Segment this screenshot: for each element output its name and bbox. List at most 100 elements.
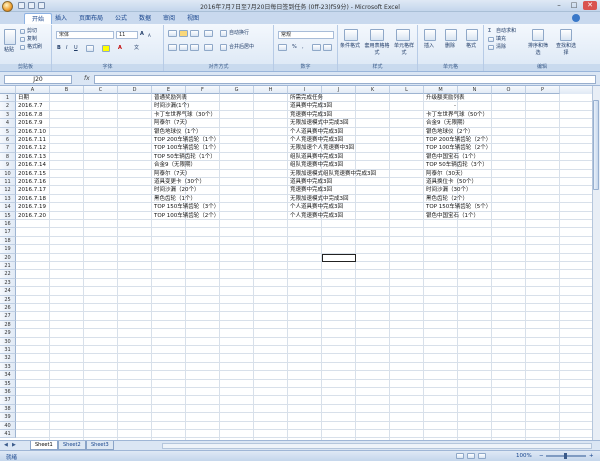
cell-styles-button[interactable]: 单元格样式: [392, 43, 416, 57]
table-cell[interactable]: 阿泰尔（7天）: [154, 119, 191, 127]
row-header-31[interactable]: 31: [0, 346, 16, 355]
wrap-text-icon[interactable]: [220, 30, 227, 37]
row-header-2[interactable]: 2: [0, 102, 16, 111]
table-cell[interactable]: 2016.7.10: [18, 128, 46, 136]
tab-data[interactable]: 数据: [132, 13, 158, 24]
minimize-button[interactable]: –: [552, 1, 566, 10]
table-cell[interactable]: TOP 100车辆齿轮（2个）: [426, 144, 491, 152]
delete-cells-button[interactable]: 删除: [445, 43, 455, 50]
table-cell[interactable]: TOP 150车辆齿轮（3个）: [154, 203, 219, 211]
tab-review[interactable]: 审阅: [156, 13, 182, 24]
table-cell[interactable]: 时间沙漏(1个): [154, 102, 189, 110]
redo-icon[interactable]: [38, 2, 45, 9]
delete-cells-icon[interactable]: [445, 29, 457, 41]
italic-button[interactable]: I: [66, 45, 67, 52]
formula-input[interactable]: [94, 75, 596, 84]
table-cell[interactable]: TOP 200车辆齿轮（2个）: [426, 136, 491, 144]
orientation-icon[interactable]: [204, 30, 213, 37]
cell-dash[interactable]: -: [454, 102, 456, 110]
column-header-i[interactable]: I: [288, 86, 322, 94]
table-cell[interactable]: 银色中国宝石（1个）: [426, 153, 479, 161]
table-cell[interactable]: 组队道具赛中完成3回: [290, 153, 343, 161]
selected-cell[interactable]: [322, 253, 356, 262]
autosum-icon[interactable]: Σ: [488, 28, 491, 35]
table-cell[interactable]: TOP 100车辆齿轮（1个）: [154, 144, 219, 152]
row-header-11[interactable]: 11: [0, 178, 16, 187]
increase-decimal-icon[interactable]: [312, 44, 321, 51]
sheet-tab-3[interactable]: Sheet3: [86, 441, 114, 450]
column-header-g[interactable]: G: [220, 86, 254, 94]
table-cell[interactable]: 卡丁车世界气球（50个）: [426, 111, 488, 119]
table-cell[interactable]: 阿泰尔（30天）: [426, 170, 466, 178]
row-header-1[interactable]: 1: [0, 94, 16, 103]
column-header-b[interactable]: B: [50, 86, 84, 94]
underline-button[interactable]: U: [74, 45, 78, 52]
align-bottom-icon[interactable]: [190, 30, 199, 37]
page-break-view-icon[interactable]: [478, 453, 486, 459]
name-box[interactable]: J20: [4, 75, 72, 84]
row-header-41[interactable]: 41: [0, 430, 16, 439]
sort-filter-button[interactable]: 排序和筛选: [526, 43, 550, 57]
indent-icon[interactable]: [204, 44, 213, 51]
paste-icon[interactable]: [4, 29, 16, 45]
row-header-8[interactable]: 8: [0, 152, 16, 162]
table-cell[interactable]: TOP 50车辆齿轮（3个）: [426, 161, 488, 169]
row-header-3[interactable]: 3: [0, 110, 16, 120]
horizontal-scrollbar[interactable]: [162, 443, 592, 449]
column-header-p[interactable]: P: [526, 86, 560, 94]
row-header-10[interactable]: 10: [0, 169, 16, 178]
row-header-32[interactable]: 32: [0, 354, 16, 363]
table-cell[interactable]: 时间沙漏（30个）: [426, 186, 472, 194]
insert-cells-button[interactable]: 插入: [424, 43, 434, 50]
table-cell[interactable]: 无限加速模式组队竞速赛中完成3回: [290, 170, 376, 178]
scroll-thumb[interactable]: [593, 100, 599, 190]
sort-filter-icon[interactable]: [532, 29, 544, 41]
merge-center-button[interactable]: 合并后居中: [229, 44, 254, 51]
row-header-29[interactable]: 29: [0, 329, 16, 338]
percent-button[interactable]: %: [292, 44, 297, 51]
format-painter-button[interactable]: 格式刷: [27, 44, 42, 51]
header-cell[interactable]: 日期: [18, 94, 29, 102]
row-header-26[interactable]: 26: [0, 304, 16, 313]
sheet-tab-2[interactable]: Sheet2: [58, 441, 86, 450]
find-select-icon[interactable]: [560, 29, 572, 41]
bold-button[interactable]: B: [57, 45, 61, 52]
header-cell[interactable]: 普通奖励列表: [154, 94, 187, 102]
tab-page-layout[interactable]: 页面布局: [72, 13, 110, 24]
format-table-button[interactable]: 套用表格格式: [364, 43, 390, 57]
row-header-14[interactable]: 14: [0, 203, 16, 212]
table-cell[interactable]: 2016.7.14: [18, 161, 46, 169]
zoom-in-button[interactable]: +: [589, 453, 594, 459]
row-header-7[interactable]: 7: [0, 144, 16, 153]
table-cell[interactable]: 个人道具赛中完成3回: [290, 128, 343, 136]
row-header-22[interactable]: 22: [0, 270, 16, 279]
table-cell[interactable]: 2016.7.9: [18, 119, 43, 127]
table-cell[interactable]: 2016.7.18: [18, 195, 46, 203]
table-cell[interactable]: 个人道具赛中完成3回: [290, 203, 343, 211]
format-painter-icon[interactable]: [20, 45, 25, 50]
decrease-decimal-icon[interactable]: [323, 44, 332, 51]
table-cell[interactable]: 黑色齿轮（2个）: [426, 195, 468, 203]
column-header-h[interactable]: H: [254, 86, 288, 94]
table-cell[interactable]: 合金9（无限期）: [426, 119, 468, 127]
tab-insert[interactable]: 插入: [48, 13, 74, 24]
row-header-36[interactable]: 36: [0, 388, 16, 397]
table-cell[interactable]: 2016.7.8: [18, 111, 43, 119]
row-header-16[interactable]: 16: [0, 220, 16, 229]
align-top-icon[interactable]: [168, 30, 177, 37]
table-cell[interactable]: 合金9（无限期）: [154, 161, 196, 169]
table-cell[interactable]: 银色地球仪（1个）: [154, 128, 202, 136]
align-left-icon[interactable]: [168, 44, 177, 51]
row-header-12[interactable]: 12: [0, 186, 16, 195]
row-header-17[interactable]: 17: [0, 228, 16, 237]
table-cell[interactable]: 2016.7.20: [18, 212, 46, 220]
table-cell[interactable]: 2016.7.16: [18, 178, 46, 186]
column-header-a[interactable]: A: [16, 86, 50, 94]
row-header-38[interactable]: 38: [0, 404, 16, 414]
page-layout-view-icon[interactable]: [467, 453, 475, 459]
column-header-k[interactable]: K: [356, 86, 390, 94]
zoom-out-button[interactable]: −: [539, 453, 544, 459]
table-cell[interactable]: 卡丁车世界气球（30个）: [154, 111, 216, 119]
table-cell[interactable]: 2016.7.15: [18, 170, 46, 178]
table-cell[interactable]: 组队竞速赛中完成3回: [290, 161, 343, 169]
